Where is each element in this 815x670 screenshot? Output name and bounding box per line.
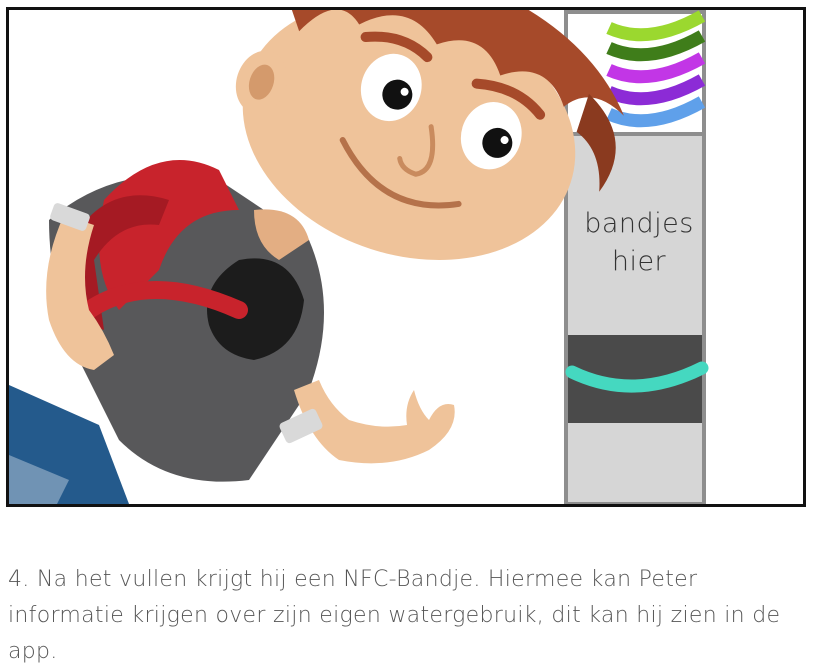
character-peter	[9, 10, 624, 504]
dispenser-label: bandjes hier	[571, 205, 707, 281]
dispenser-label-line2: hier	[611, 246, 667, 277]
dispenser-label-line1: bandjes	[584, 208, 694, 239]
dispense-slot	[565, 335, 709, 423]
illustration-frame: bandjes hier	[6, 7, 806, 507]
